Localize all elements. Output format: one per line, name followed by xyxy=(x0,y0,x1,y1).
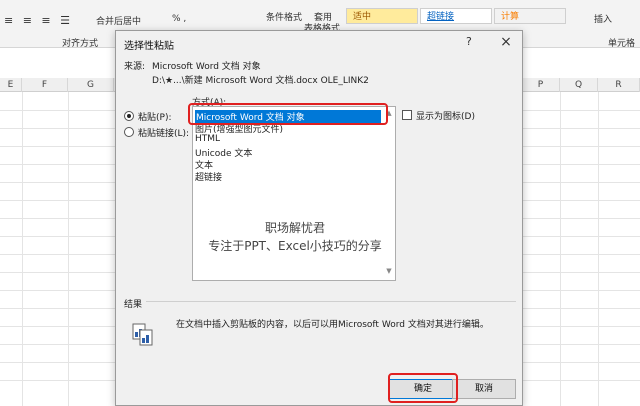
align-buttons[interactable]: ≡ ≡ ≡ ☰ xyxy=(4,14,73,27)
help-button[interactable]: ? xyxy=(466,35,472,48)
source-value: Microsoft Word 文档 对象 xyxy=(152,62,261,72)
cancel-button[interactable]: 取消 xyxy=(452,379,516,399)
number-format-buttons[interactable]: % , xyxy=(172,14,186,24)
document-paste-icon xyxy=(132,323,154,347)
grid-line xyxy=(560,92,561,406)
close-button[interactable]: × xyxy=(496,33,516,51)
col-Q[interactable]: Q xyxy=(560,78,598,92)
result-description: 在文档中插入剪贴板的内容，以后可以用Microsoft Word 文档对其进行编… xyxy=(176,320,489,330)
dialog-title: 选择性粘贴 xyxy=(124,41,174,52)
paste-link-radio-label[interactable]: 粘贴链接(L): xyxy=(138,126,189,139)
scroll-down-icon[interactable]: ▼ xyxy=(383,267,395,277)
watermark-line-2: 专注于PPT、Excel小技巧的分享 xyxy=(208,239,382,253)
source-path: D:\★...\新建 Microsoft Word 文档.docx OLE_LI… xyxy=(152,76,369,86)
result-separator xyxy=(146,301,516,302)
style-calc[interactable]: 计算 xyxy=(494,8,566,24)
show-as-icon-checkbox[interactable] xyxy=(402,110,412,120)
merge-center-button[interactable]: 合并后居中 xyxy=(96,14,141,27)
col-P[interactable]: P xyxy=(522,78,560,92)
col-G[interactable]: G xyxy=(68,78,114,92)
source-label: 来源: xyxy=(124,62,146,72)
show-as-icon-label[interactable]: 显示为图标(D) xyxy=(416,109,475,122)
col-E[interactable]: E xyxy=(0,78,22,92)
grid-line xyxy=(68,92,69,406)
grid-line xyxy=(22,92,23,406)
watermark-line-1: 职场解忧君 xyxy=(264,221,325,235)
grid-line xyxy=(598,92,599,406)
result-label: 结果 xyxy=(124,300,143,310)
style-hyperlink[interactable]: 超链接 xyxy=(420,8,492,24)
list-item[interactable]: HTML xyxy=(195,134,220,144)
highlight-box-format xyxy=(188,103,388,125)
col-R[interactable]: R xyxy=(598,78,640,92)
paste-radio-label[interactable]: 粘贴(P): xyxy=(138,110,171,123)
paste-radio[interactable] xyxy=(124,111,134,121)
paste-link-radio[interactable] xyxy=(124,127,134,137)
format-listbox[interactable]: Microsoft Word 文档 对象 图片(增强型图元文件) HTML Un… xyxy=(192,106,396,281)
conditional-format-button[interactable]: 条件格式 xyxy=(266,10,302,23)
style-medium[interactable]: 适中 xyxy=(346,8,418,24)
col-F[interactable]: F xyxy=(22,78,68,92)
insert-button[interactable]: 插入 xyxy=(594,12,612,25)
paste-special-dialog: 选择性粘贴 ? × 来源: Microsoft Word 文档 对象 D:\★.… xyxy=(115,30,523,406)
highlight-box-ok xyxy=(388,373,458,403)
list-item[interactable]: 超链接 xyxy=(195,170,222,183)
